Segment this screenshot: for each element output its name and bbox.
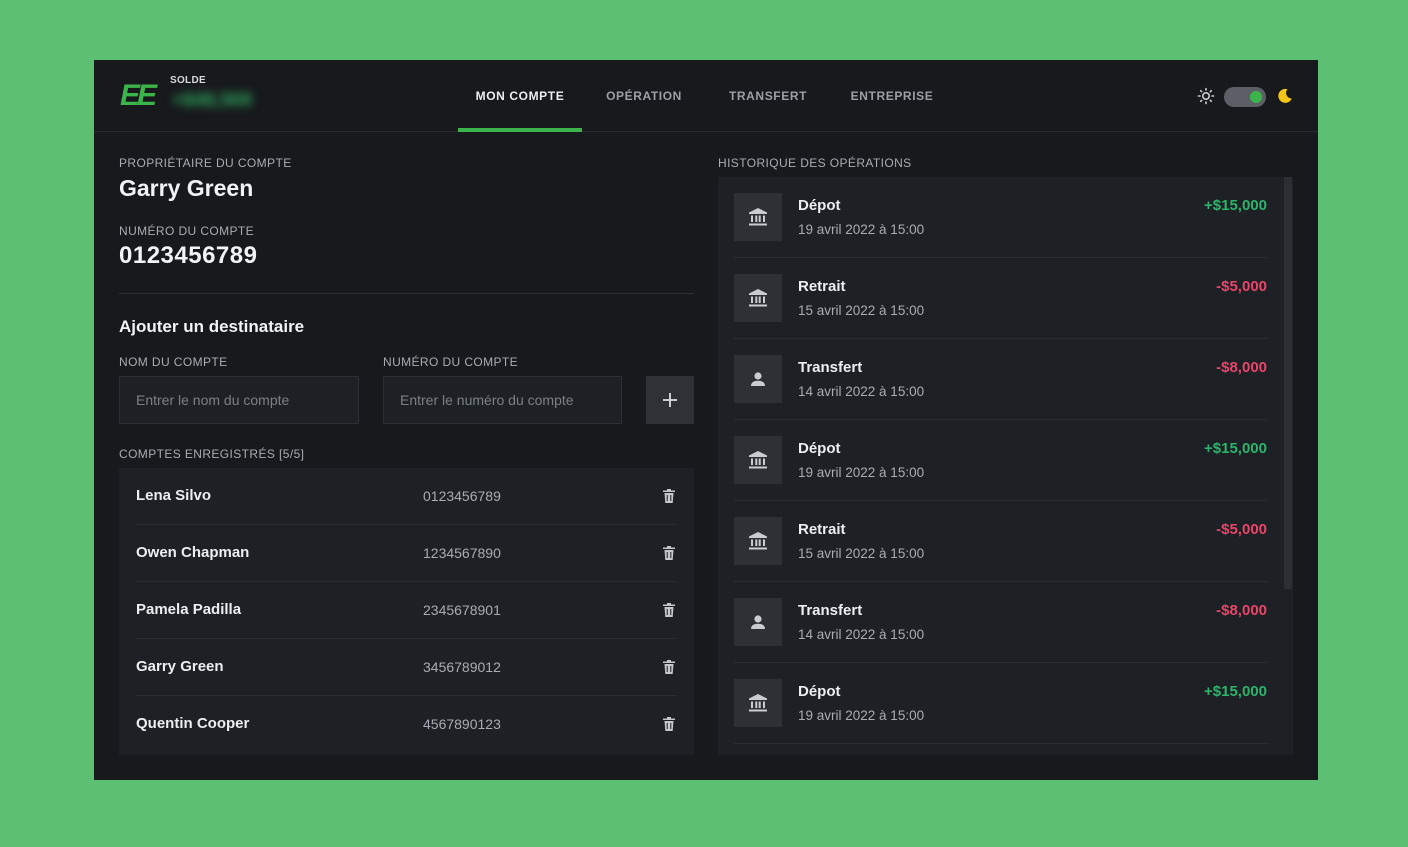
operation-amount: +$15,000 xyxy=(1204,683,1267,700)
operation-date: 14 avril 2022 à 15:00 xyxy=(798,384,925,399)
operation-title: Retrait xyxy=(798,521,846,538)
saved-account-name: Lena Silvo xyxy=(136,487,212,504)
saved-accounts-list: Lena Silvo 0123456789 Owen Chapman 12345… xyxy=(119,468,694,755)
plus-icon xyxy=(663,393,677,407)
bank-icon xyxy=(749,451,767,469)
owner-name: Garry Green xyxy=(119,175,254,201)
op-icon-box xyxy=(734,679,782,727)
saved-account-number: 0123456789 xyxy=(423,488,501,504)
theme-controls xyxy=(1196,86,1292,107)
tab-mon-compte[interactable]: MON COMPTE xyxy=(458,60,582,132)
saved-account-row[interactable]: Garry Green 3456789012 xyxy=(119,639,694,696)
moon-icon xyxy=(1278,88,1292,103)
saved-account-row[interactable]: Owen Chapman 1234567890 xyxy=(119,525,694,582)
saved-account-number: 3456789012 xyxy=(423,659,501,675)
tab-transfert[interactable]: TRANSFERT xyxy=(706,60,830,132)
add-recipient-button[interactable] xyxy=(646,376,694,424)
tab-entreprise[interactable]: ENTREPRISE xyxy=(830,60,954,132)
saved-account-name: Owen Chapman xyxy=(136,544,250,561)
saved-account-number: 4567890123 xyxy=(423,716,501,732)
saved-accounts-label: COMPTES ENREGISTRÉS [5/5] xyxy=(119,447,305,461)
account-name-label: NOM DU COMPTE xyxy=(119,355,228,369)
saved-account-row[interactable]: Lena Silvo 0123456789 xyxy=(119,468,694,525)
divider xyxy=(119,293,694,294)
operation-date: 19 avril 2022 à 15:00 xyxy=(798,222,925,237)
account-number-label: NUMÉRO DU COMPTE xyxy=(119,224,255,238)
account-number-input[interactable] xyxy=(383,376,622,424)
operation-row[interactable]: Dépot 19 avril 2022 à 15:00 +$15,000 xyxy=(734,663,1267,744)
operation-row[interactable]: Dépot 19 avril 2022 à 15:00 +$15,000 xyxy=(734,420,1267,501)
operation-row[interactable]: Retrait 15 avril 2022 à 15:00 -$5,000 xyxy=(734,258,1267,339)
saved-account-name: Quentin Cooper xyxy=(136,715,250,732)
bank-icon xyxy=(749,694,767,712)
operation-amount: -$5,000 xyxy=(1216,278,1267,295)
add-recipient-title: Ajouter un destinataire xyxy=(119,317,305,336)
op-icon-box xyxy=(734,355,782,403)
op-icon-box xyxy=(734,517,782,565)
owner-label: PROPRIÉTAIRE DU COMPTE xyxy=(119,156,292,170)
operation-title: Dépot xyxy=(798,197,841,214)
sun-icon xyxy=(1197,87,1215,105)
operation-row[interactable]: Transfert 14 avril 2022 à 15:00 -$8,000 xyxy=(734,582,1267,663)
operation-date: 19 avril 2022 à 15:00 xyxy=(798,708,925,723)
balance-value: +$48,569 xyxy=(172,90,252,111)
operation-title: Retrait xyxy=(798,278,846,295)
operation-amount: -$8,000 xyxy=(1216,602,1267,619)
bank-icon xyxy=(749,289,767,307)
operation-amount: +$15,000 xyxy=(1204,197,1267,214)
person-icon xyxy=(751,615,765,629)
operation-row[interactable]: Retrait 15 avril 2022 à 15:00 -$5,000 xyxy=(734,501,1267,582)
saved-account-name: Pamela Padilla xyxy=(136,601,242,618)
saved-account-number: 1234567890 xyxy=(423,545,501,561)
op-icon-box xyxy=(734,436,782,484)
operations-history-list[interactable]: Dépot 19 avril 2022 à 15:00 +$15,000 Ret… xyxy=(718,177,1293,755)
trash-icon[interactable] xyxy=(662,716,676,732)
saved-account-number: 2345678901 xyxy=(423,602,501,618)
operation-title: Transfert xyxy=(798,602,863,619)
history-scrollbar[interactable] xyxy=(1283,177,1293,755)
operation-amount: +$15,000 xyxy=(1204,440,1267,457)
row-divider xyxy=(734,743,1267,744)
trash-icon[interactable] xyxy=(662,545,676,561)
operation-row[interactable]: Transfert 14 avril 2022 à 15:00 -$8,000 xyxy=(734,339,1267,420)
operation-date: 15 avril 2022 à 15:00 xyxy=(798,546,925,561)
operation-date: 14 avril 2022 à 15:00 xyxy=(798,627,925,642)
history-label: HISTORIQUE DES OPÉRATIONS xyxy=(718,156,912,170)
person-icon xyxy=(751,372,765,386)
operation-title: Dépot xyxy=(798,440,841,457)
op-icon-box xyxy=(734,598,782,646)
top-bar: EE SOLDE +$48,569 MON COMPTE OPÉRATION T… xyxy=(94,60,1318,132)
operation-amount: -$5,000 xyxy=(1216,521,1267,538)
brand-logo[interactable]: EE xyxy=(120,81,157,111)
toggle-knob xyxy=(1250,91,1262,103)
operation-title: Dépot xyxy=(798,683,841,700)
saved-account-row[interactable]: Pamela Padilla 2345678901 xyxy=(119,582,694,639)
recipient-number-label: NUMÉRO DU COMPTE xyxy=(383,355,519,369)
scroll-thumb[interactable] xyxy=(1284,177,1292,589)
trash-icon[interactable] xyxy=(662,602,676,618)
app-window: EE SOLDE +$48,569 MON COMPTE OPÉRATION T… xyxy=(94,60,1318,780)
account-number: 0123456789 xyxy=(119,242,258,269)
op-icon-box xyxy=(734,193,782,241)
balance-label: SOLDE xyxy=(170,75,206,86)
tab-operation[interactable]: OPÉRATION xyxy=(582,60,706,132)
trash-icon[interactable] xyxy=(662,488,676,504)
trash-icon[interactable] xyxy=(662,659,676,675)
operation-date: 19 avril 2022 à 15:00 xyxy=(798,465,925,480)
account-name-input[interactable] xyxy=(119,376,359,424)
saved-account-name: Garry Green xyxy=(136,658,224,675)
bank-icon xyxy=(749,208,767,226)
operation-amount: -$8,000 xyxy=(1216,359,1267,376)
bank-icon xyxy=(749,532,767,550)
saved-account-row[interactable]: Quentin Cooper 4567890123 xyxy=(119,696,694,753)
operation-title: Transfert xyxy=(798,359,863,376)
theme-toggle[interactable] xyxy=(1224,87,1266,107)
op-icon-box xyxy=(734,274,782,322)
operation-date: 15 avril 2022 à 15:00 xyxy=(798,303,925,318)
operation-row[interactable]: Dépot 19 avril 2022 à 15:00 +$15,000 xyxy=(734,177,1267,258)
